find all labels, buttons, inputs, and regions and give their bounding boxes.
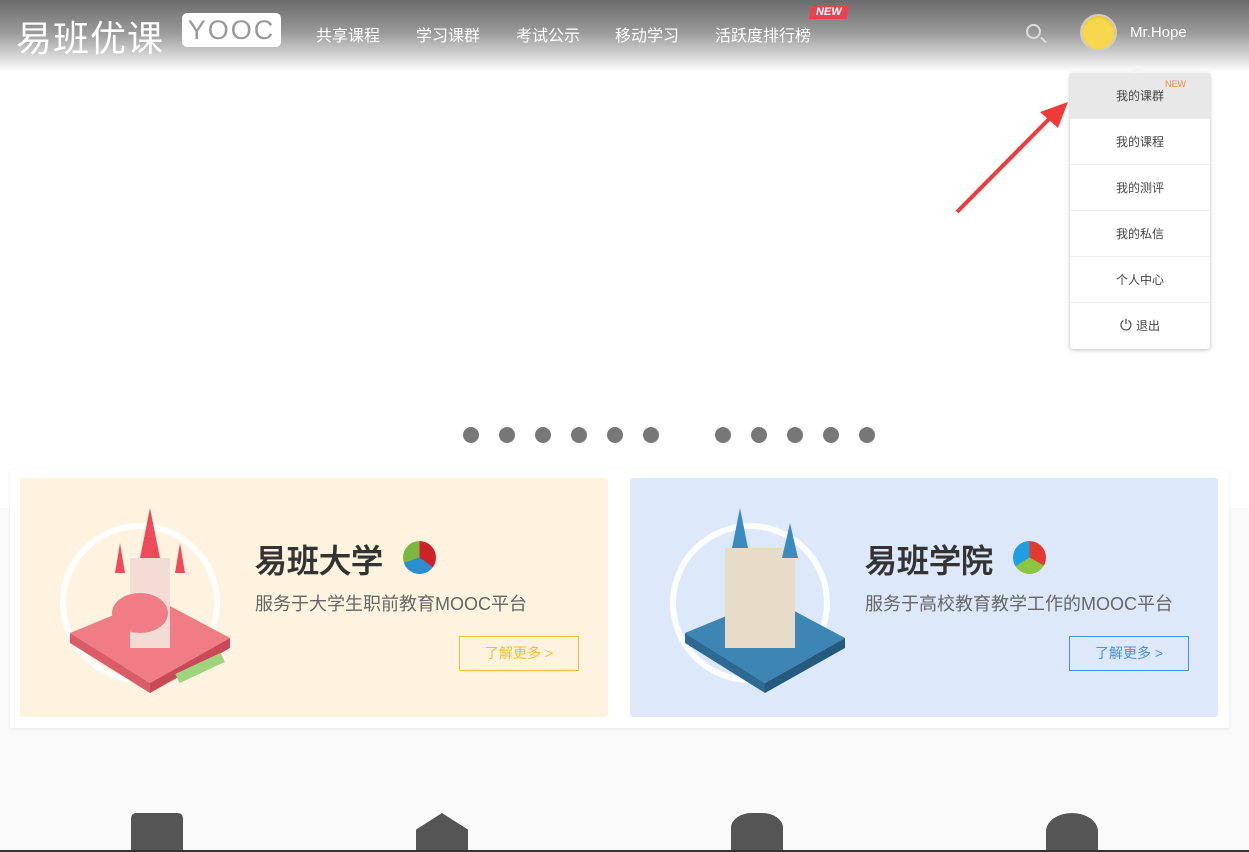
learn-more-button[interactable]: 了解更多 > bbox=[459, 636, 579, 671]
card-title: 易班学院 bbox=[865, 543, 994, 579]
card-yiban-university[interactable]: 易班大学 服务于大学生职前教育MOOC平台 了解更多 > bbox=[20, 478, 608, 717]
carousel-dot[interactable] bbox=[859, 427, 875, 443]
power-icon: ⏻ bbox=[1119, 317, 1137, 334]
carousel-dot[interactable] bbox=[715, 427, 731, 443]
carousel-dot[interactable] bbox=[571, 427, 587, 443]
group-people-icon bbox=[731, 813, 783, 850]
card-description: 服务于大学生职前教育MOOC平台 bbox=[255, 594, 527, 614]
card-title: 易班大学 bbox=[255, 543, 384, 579]
carousel-dot[interactable] bbox=[607, 427, 623, 443]
castle-illustration bbox=[70, 508, 230, 693]
red-annotation-arrow bbox=[955, 102, 1068, 214]
carousel-dot[interactable] bbox=[463, 427, 479, 443]
carousel-dot[interactable] bbox=[823, 427, 839, 443]
platform-cards: 易班大学 服务于大学生职前教育MOOC平台 了解更多 > 易班学院 服务于高校教… bbox=[10, 470, 1229, 728]
carousel-dot[interactable] bbox=[751, 427, 767, 443]
card-description: 服务于高校教育教学工作的MOOC平台 bbox=[865, 594, 1173, 614]
cathedral-illustration bbox=[685, 508, 845, 693]
video-clapper-icon bbox=[131, 813, 183, 850]
carousel-dot[interactable] bbox=[499, 427, 515, 443]
carousel-dot[interactable] bbox=[787, 427, 803, 443]
planet-icon bbox=[1046, 813, 1098, 850]
carousel-dot[interactable] bbox=[535, 427, 551, 443]
yiban-college-logo-icon bbox=[1013, 541, 1046, 574]
menu-item-logout[interactable]: ⏻ 退出 bbox=[1070, 303, 1210, 349]
card-yiban-college[interactable]: 易班学院 服务于高校教育教学工作的MOOC平台 了解更多 > bbox=[630, 478, 1218, 717]
carousel-dot[interactable] bbox=[643, 427, 659, 443]
yiban-logo-icon bbox=[403, 541, 436, 574]
menu-label: 退出 bbox=[1136, 319, 1161, 333]
learn-more-button[interactable]: 了解更多 > bbox=[1069, 636, 1189, 671]
